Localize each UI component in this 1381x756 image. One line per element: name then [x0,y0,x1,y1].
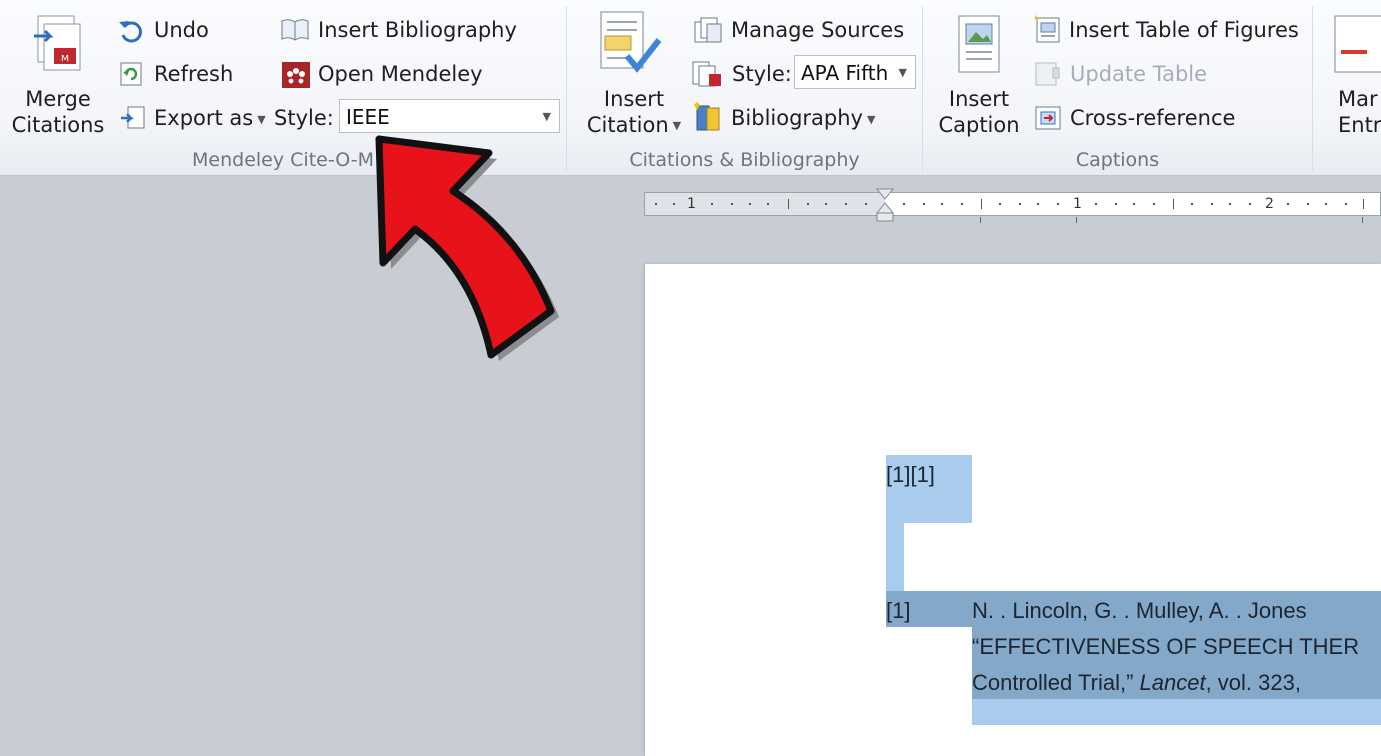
cross-reference-icon [1035,106,1061,130]
svg-text:ᴍ: ᴍ [61,51,69,64]
chevron-down-icon: ▼ [257,112,266,126]
table-of-figures-icon [1034,15,1060,43]
bibliography-volume: , vol. 323, [1205,670,1301,695]
insert-citation-line1: Insert [603,87,665,111]
ruler-mark: 1 [1073,196,1082,212]
bibliography-entry-line: N. . Lincoln, G. . Mulley, A. . Jones [972,598,1307,623]
ruler-mark: 2 [1265,196,1274,212]
captions-group-label: Captions [1075,149,1160,171]
merge-citations-button[interactable]: Merge Citations [8,86,108,138]
chevron-down-icon: ▼ [672,119,682,132]
ruler-bottom-ticks [980,217,1363,223]
mark-entry-line1: Mar [1338,87,1378,111]
insert-bibliography-icon [281,19,309,41]
merge-label-line2: Citations [11,113,105,137]
mark-entry-icon[interactable] [1333,14,1381,74]
horizontal-ruler[interactable]: 1 1 2 [644,188,1381,222]
insert-caption-icon[interactable] [957,14,1001,74]
index-group: Mar Entr [1313,0,1381,175]
open-mendeley-button[interactable]: Open Mendeley [318,62,483,86]
export-as-label: Export as [154,106,254,130]
export-icon [121,106,145,129]
manage-sources-icon [694,17,722,43]
red-arrow-annotation-icon [375,135,559,361]
insert-table-of-figures-button[interactable]: Insert Table of Figures [1069,18,1299,42]
update-table-icon [1035,62,1060,86]
refresh-icon [120,62,142,86]
citations-group: Insert Citation ▼ Manage Sources Style: A… [567,0,922,175]
document-page[interactable]: [1][1] [1] N. . Lincoln, G. . Mulley, A.… [645,264,1381,756]
insert-citation-line2-text: Citation [586,113,669,137]
bibliography-label: Bibliography [731,106,863,130]
undo-icon [119,21,142,43]
insert-bibliography-button[interactable]: Insert Bibliography [318,18,517,42]
manage-sources-button[interactable]: Manage Sources [731,18,904,42]
insert-caption-button[interactable]: Insert Caption [929,86,1029,138]
text-selection [972,699,1381,725]
mendeley-icon [282,62,310,88]
bibliography-entry-line: Controlled Trial,” Lancet, vol. 323, [972,670,1301,696]
undo-button[interactable]: Undo [154,18,209,42]
journal-name: Lancet [1139,670,1206,695]
citation-style-value: APA Fifth [801,61,889,85]
citations-group-label: Citations & Bibliography [629,149,860,171]
style-icon [692,61,721,87]
export-as-button[interactable]: Export as ▼ [154,106,266,130]
captions-group: Insert Caption Insert Table of Figures U… [923,0,1312,175]
ruler-mark: 1 [687,196,696,212]
ribbon: ᴍ Merge Citations Undo Refresh Export as… [0,0,1381,176]
style-label: Style: [274,106,334,130]
chevron-down-icon: ▼ [898,66,907,79]
bibliography-number: [1] [886,598,911,623]
bibliography-entry-line: “EFFECTIVENESS OF SPEECH THER [972,634,1360,659]
refresh-button[interactable]: Refresh [154,62,233,86]
merge-citations-icon[interactable]: ᴍ [30,14,86,78]
insert-citation-line2: Citation ▼ [575,112,693,139]
bibliography-button[interactable]: Bibliography ▼ [731,106,875,130]
chevron-down-icon: ▼ [867,112,876,126]
mark-entry-button[interactable]: Mar Entr [1338,86,1381,138]
insert-citation-icon[interactable] [597,10,663,80]
mark-entry-line2: Entr [1338,113,1381,137]
citation-style-dropdown[interactable]: APA Fifth ▼ [794,55,916,89]
citation-field[interactable]: [1][1] [886,462,935,488]
bibliography-icon [694,102,720,131]
bibliography-title-end: Controlled Trial,” [972,670,1140,695]
insert-citation-button[interactable]: Insert Citation ▼ [575,86,693,139]
update-table-button[interactable]: Update Table [1070,62,1207,86]
merge-label-line1: Merge [25,87,91,111]
text-selection [886,523,904,591]
citation-style-label: Style: [732,62,792,86]
insert-caption-line1: Insert [948,87,1010,111]
cross-reference-button[interactable]: Cross-reference [1070,106,1235,130]
insert-caption-line2: Caption [938,113,1020,137]
